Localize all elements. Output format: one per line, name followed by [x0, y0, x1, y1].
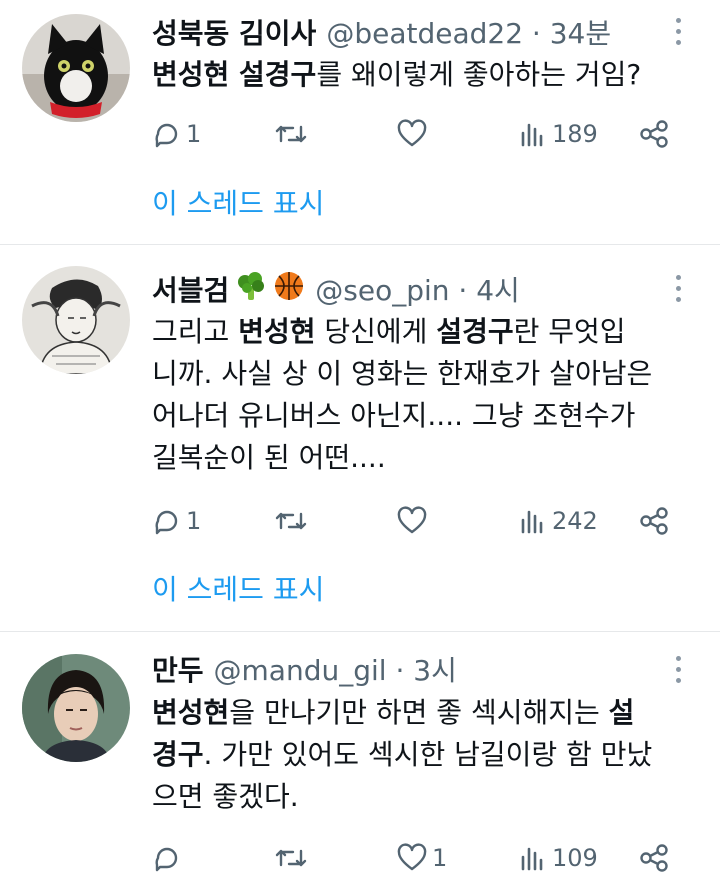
like-button[interactable]: [396, 501, 432, 541]
share-button[interactable]: [638, 501, 670, 541]
like-button[interactable]: 1: [396, 838, 447, 878]
like-button[interactable]: [396, 114, 432, 154]
text-segment: 그리고: [152, 315, 239, 348]
retweet-button[interactable]: [274, 501, 312, 541]
text-line: 으면 좋겠다.: [152, 780, 299, 813]
retweet-icon: [275, 125, 307, 143]
avatar[interactable]: [22, 266, 130, 374]
author-handle[interactable]: @beatdead22 · 34분: [326, 12, 611, 52]
reply-icon: [155, 510, 178, 535]
avatar[interactable]: [22, 654, 130, 762]
author-handle[interactable]: @mandu_gil · 3시: [214, 649, 457, 689]
views-icon: [521, 123, 543, 147]
text-segment: 를 왜이렇게 좋아하는 거임?: [316, 58, 642, 91]
author-name[interactable]: 서블검: [152, 269, 229, 309]
more-icon[interactable]: [676, 18, 682, 48]
retweet-icon: [275, 849, 307, 867]
action-bar: 1 109: [152, 838, 692, 878]
share-button[interactable]: [638, 838, 670, 878]
reply-icon: [155, 847, 178, 872]
tweet-text: 변성현 설경구를 왜이렇게 좋아하는 거임?: [152, 54, 692, 96]
reply-count: 1: [186, 507, 202, 535]
text-line: 니까. 사실 상 이 영화는 한재호가 살아남은: [152, 357, 653, 390]
text-segment: 설경구: [436, 315, 514, 348]
text-segment: 변성현: [152, 696, 230, 729]
tweet-2[interactable]: 서블검 @seo_pin · 4시 그리고 변성현 당신에게 설경구란 무엇입 …: [0, 245, 720, 631]
like-icon: [397, 506, 427, 534]
like-count: 1: [432, 844, 448, 872]
text-segment: 변성현 설경구: [152, 58, 317, 91]
share-button[interactable]: [638, 114, 670, 154]
like-icon: [397, 119, 427, 147]
reply-icon: [155, 123, 178, 148]
tweet-1[interactable]: 성북동 김이사 @beatdead22 · 34분 변성현 설경구를 왜이렇게 …: [0, 0, 720, 244]
tweet-header: 서블검 @seo_pin · 4시: [152, 269, 520, 309]
text-line: 그리고 변성현 당신에게 설경구란 무엇입: [152, 311, 692, 353]
tweet-text: 그리고 변성현 당신에게 설경구란 무엇입 니까. 사실 상 이 영화는 한재호…: [152, 311, 692, 479]
text-line: 길복순이 된 어떤....: [152, 441, 386, 474]
more-icon[interactable]: [676, 275, 682, 305]
tweet-header: 성북동 김이사 @beatdead22 · 34분: [152, 12, 611, 52]
retweet-button[interactable]: [274, 838, 312, 878]
author-handle[interactable]: @seo_pin · 4시: [315, 269, 520, 309]
avatar[interactable]: [22, 14, 130, 122]
text-segment: 경구: [152, 738, 204, 771]
reply-count: 1: [186, 120, 202, 148]
share-icon: [640, 120, 668, 148]
more-icon[interactable]: [676, 656, 682, 686]
author-name[interactable]: 성북동 김이사: [152, 12, 316, 52]
show-thread-link[interactable]: 이 스레드 표시: [152, 182, 324, 222]
retweet-icon: [275, 512, 307, 530]
views-count: 189: [552, 120, 598, 148]
views-icon: [521, 510, 543, 534]
views-button[interactable]: 242: [518, 501, 598, 541]
views-button[interactable]: 189: [518, 114, 598, 154]
text-segment: . 가만 있어도 섹시한 남길이랑 함 만났: [203, 738, 653, 771]
author-name[interactable]: 만두: [152, 649, 204, 689]
text-segment: 설: [608, 696, 635, 729]
tweet-header: 만두 @mandu_gil · 3시: [152, 649, 457, 689]
text-segment: 란 무엇입: [513, 315, 626, 348]
share-icon: [640, 844, 668, 872]
basketball-emoji: [273, 270, 305, 309]
text-line: 경구. 가만 있어도 섹시한 남길이랑 함 만났: [152, 734, 692, 776]
views-button[interactable]: 109: [518, 838, 598, 878]
tweet-text: 변성현을 만나기만 하면 좋 섹시해지는 설 경구. 가만 있어도 섹시한 남길…: [152, 692, 692, 818]
reply-button[interactable]: [152, 838, 186, 878]
text-segment: 변성현: [238, 315, 316, 348]
reply-button[interactable]: 1: [152, 114, 201, 154]
views-count: 242: [552, 507, 598, 535]
views-icon: [521, 847, 543, 871]
text-line: 어나더 유니버스 아닌지.... 그냥 조현수가: [152, 399, 636, 432]
text-segment: 을 만나기만 하면 좋 섹시해지는: [229, 696, 609, 729]
share-icon: [640, 507, 668, 535]
text-line: 변성현을 만나기만 하면 좋 섹시해지는 설: [152, 692, 692, 734]
tweet-3[interactable]: 만두 @mandu_gil · 3시 변성현을 만나기만 하면 좋 섹시해지는 …: [0, 632, 720, 885]
action-bar: 1 189: [152, 114, 692, 154]
retweet-button[interactable]: [274, 114, 312, 154]
broccoli-emoji: [235, 270, 267, 309]
text-segment: 당신에게: [315, 315, 437, 348]
action-bar: 1 242: [152, 501, 692, 541]
reply-button[interactable]: 1: [152, 501, 201, 541]
like-icon: [397, 843, 427, 871]
show-thread-link[interactable]: 이 스레드 표시: [152, 568, 324, 608]
views-count: 109: [552, 844, 598, 872]
